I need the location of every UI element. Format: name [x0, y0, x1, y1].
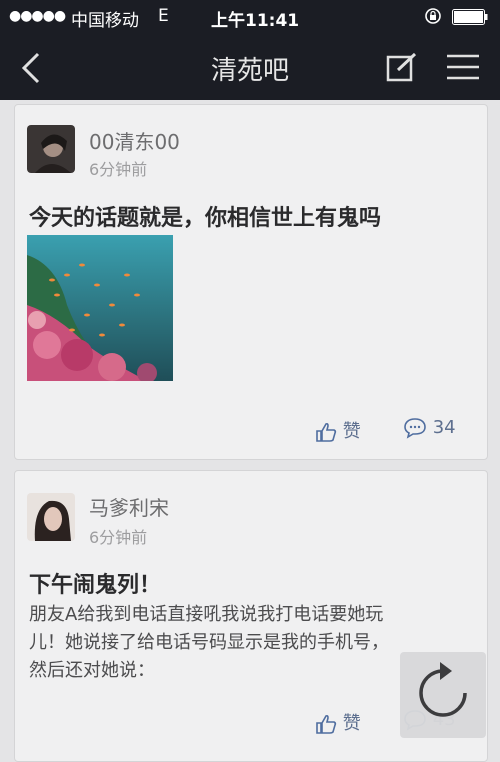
post-body-line: 朋友A给我到电话直接吼我说我打电话要她玩	[29, 604, 384, 625]
rotation-lock-icon	[425, 8, 441, 24]
network-type: E	[158, 6, 169, 26]
refresh-icon	[419, 662, 467, 717]
status-time: 上午11:41	[211, 11, 300, 31]
signal-strength-icon: ●●●●●	[9, 8, 66, 24]
status-bar: ●●●●● 中国移动 E 上午11:41	[0, 0, 500, 34]
nav-bar: 清苑吧	[0, 34, 500, 100]
username[interactable]: 00清东00	[89, 126, 180, 155]
back-chevron-icon[interactable]	[18, 52, 44, 84]
post-image-coral-reef[interactable]	[27, 235, 173, 381]
page-title: 清苑吧	[210, 56, 289, 86]
comment-button[interactable]: 34	[403, 417, 456, 439]
user-avatar[interactable]	[27, 493, 75, 541]
thumbs-up-icon	[316, 714, 337, 734]
comment-count: 34	[432, 417, 456, 438]
carrier-name: 中国移动	[71, 11, 139, 31]
thumbs-up-icon	[316, 422, 337, 442]
like-label: 赞	[342, 713, 361, 734]
post-card[interactable]: 00清东00 6分钟前 今天的话题就是，你相信世上有鬼吗 赞 34	[14, 104, 488, 460]
like-button[interactable]: 赞	[315, 417, 361, 443]
refresh-button[interactable]	[400, 652, 486, 738]
post-title[interactable]: 下午闹鬼列！	[29, 567, 161, 599]
like-button[interactable]: 赞	[315, 709, 361, 735]
compose-icon[interactable]	[386, 52, 418, 82]
user-avatar[interactable]	[27, 125, 75, 173]
post-title[interactable]: 今天的话题就是，你相信世上有鬼吗	[29, 200, 381, 232]
post-time: 6分钟前	[89, 528, 148, 547]
speech-bubble-icon	[404, 418, 426, 439]
battery-icon	[452, 9, 488, 25]
hamburger-menu-icon[interactable]	[446, 54, 480, 80]
username[interactable]: 马爹利宋	[89, 492, 169, 521]
post-time: 6分钟前	[89, 160, 148, 179]
like-label: 赞	[342, 421, 361, 442]
